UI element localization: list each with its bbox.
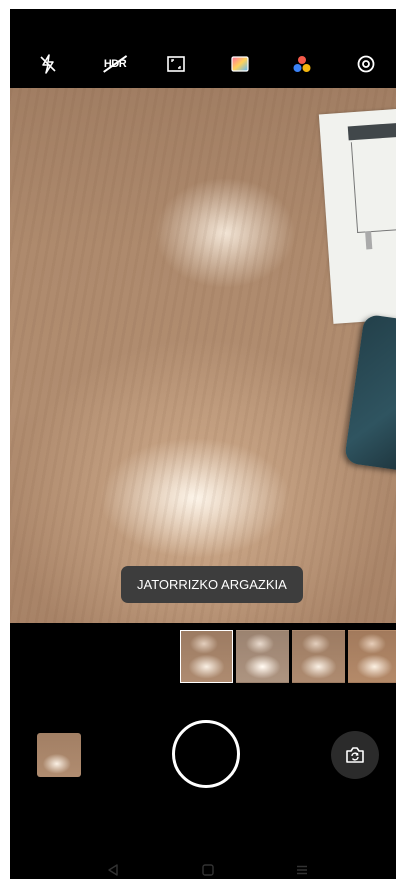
aspect-ratio-icon[interactable]	[165, 53, 187, 75]
flash-off-icon[interactable]	[37, 53, 59, 75]
top-toolbar: HDR	[10, 9, 396, 88]
filter-thumbnail[interactable]	[236, 630, 289, 683]
camera-viewfinder[interactable]	[10, 88, 396, 623]
filter-name-toast: JATORRIZKO ARGAZKIA	[121, 566, 303, 603]
camera-app: HDR JATORRIZKO ARGAZKIA	[10, 9, 396, 879]
shutter-button[interactable]	[172, 720, 240, 788]
filter-icon[interactable]	[229, 53, 251, 75]
gallery-thumbnail[interactable]	[37, 733, 81, 777]
filter-thumbnail[interactable]	[292, 630, 345, 683]
hdr-off-icon[interactable]: HDR	[101, 53, 129, 75]
filter-thumbnail-original[interactable]	[180, 630, 233, 683]
paper-document	[318, 106, 396, 324]
menu-icon[interactable]	[291, 859, 313, 879]
bottom-controls	[10, 623, 396, 879]
filter-thumbnail[interactable]	[348, 630, 396, 683]
switch-camera-button[interactable]	[331, 731, 379, 779]
switch-camera-icon	[346, 747, 364, 763]
color-mode-icon[interactable]	[291, 53, 313, 75]
home-icon[interactable]	[197, 859, 219, 879]
system-nav-bar	[10, 851, 396, 879]
filter-strip	[180, 630, 396, 684]
hdr-label: HDR	[103, 58, 127, 70]
settings-icon[interactable]	[355, 53, 377, 75]
back-icon[interactable]	[102, 859, 124, 879]
